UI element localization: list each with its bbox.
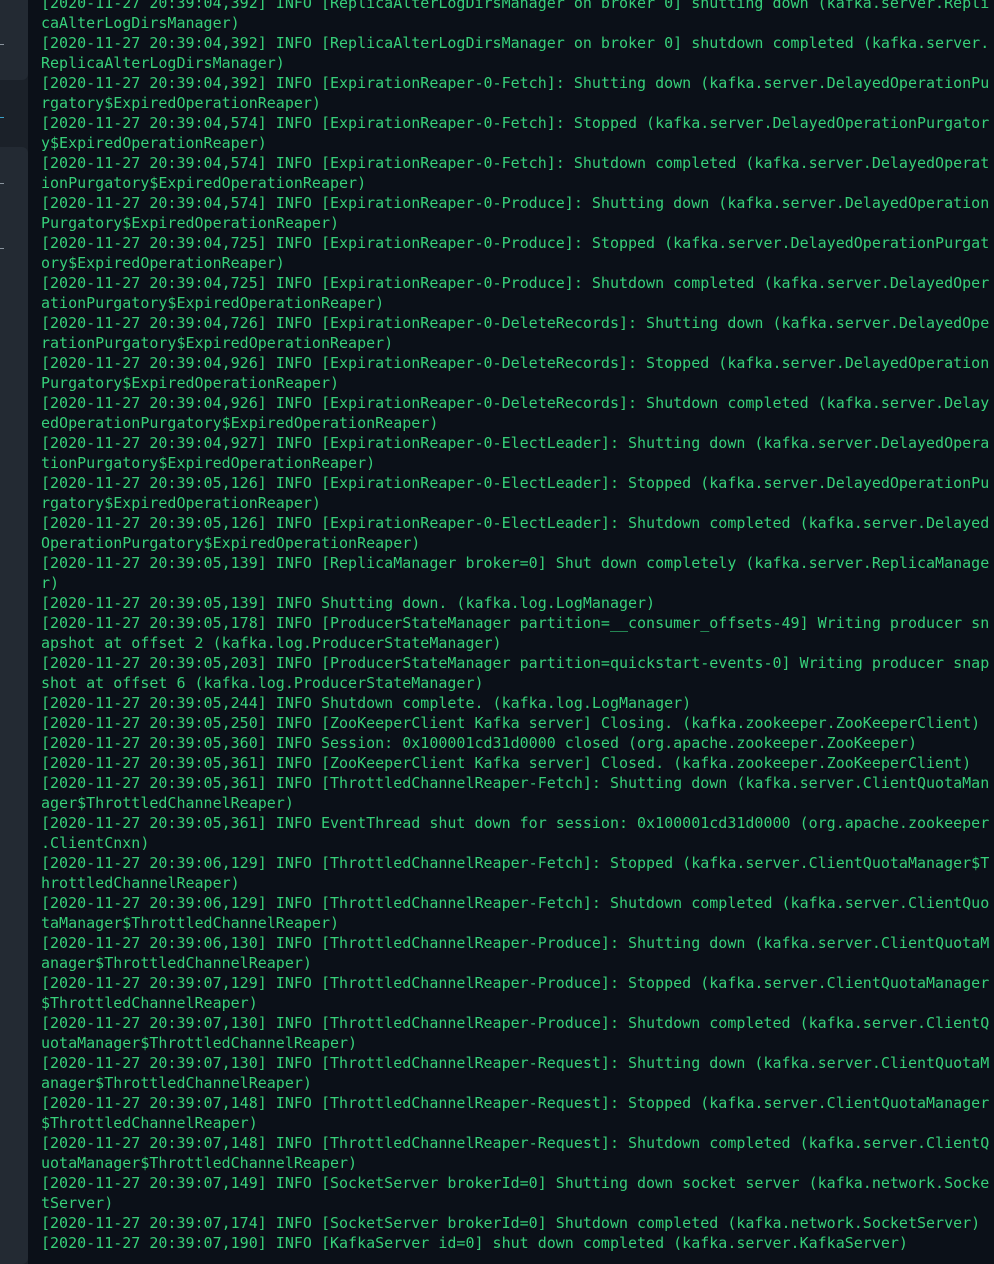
log-line: [2020-11-27 20:39:05,139] INFO Shutting …	[41, 594, 656, 612]
log-line: edOperationPurgatory$ExpiredOperationRea…	[41, 414, 439, 432]
log-line: ory$ExpiredOperationReaper)	[41, 254, 285, 272]
log-line: tServer)	[41, 1194, 114, 1212]
log-line: anager$ThrottledChannelReaper)	[41, 1074, 312, 1092]
log-line: [2020-11-27 20:39:07,174] INFO [SocketSe…	[41, 1214, 981, 1232]
log-line: [2020-11-27 20:39:05,360] INFO Session: …	[41, 734, 917, 752]
sidebar-panel-bottom[interactable]	[0, 147, 28, 1264]
log-line: rgatory$ExpiredOperationReaper)	[41, 94, 321, 112]
log-line: ReplicaAlterLogDirsManager)	[41, 54, 285, 72]
log-line: taManager$ThrottledChannelReaper)	[41, 914, 340, 932]
log-line: OperationPurgatory$ExpiredOperationReape…	[41, 534, 421, 552]
log-line: [2020-11-27 20:39:07,149] INFO [SocketSe…	[41, 1174, 990, 1192]
log-line: [2020-11-27 20:39:04,574] INFO [Expirati…	[41, 194, 990, 212]
log-line: [2020-11-27 20:39:04,725] INFO [Expirati…	[41, 274, 990, 292]
log-line: [2020-11-27 20:39:05,203] INFO [Producer…	[41, 654, 990, 672]
log-line: [2020-11-27 20:39:04,392] INFO [ReplicaA…	[41, 34, 990, 52]
log-line: [2020-11-27 20:39:05,126] INFO [Expirati…	[41, 474, 990, 492]
log-line: [2020-11-27 20:39:07,130] INFO [Throttle…	[41, 1014, 990, 1032]
log-line: [2020-11-27 20:39:05,361] INFO EventThre…	[41, 814, 990, 832]
log-line: y$ExpiredOperationReaper)	[41, 134, 267, 152]
log-line: [2020-11-27 20:39:07,129] INFO [Throttle…	[41, 974, 990, 992]
log-line: shot at offset 6 (kafka.log.ProducerStat…	[41, 674, 484, 692]
log-line: [2020-11-27 20:39:04,726] INFO [Expirati…	[41, 314, 990, 332]
log-line: [2020-11-27 20:39:05,126] INFO [Expirati…	[41, 514, 990, 532]
log-line: ager$ThrottledChannelReaper)	[41, 794, 294, 812]
log-line: [2020-11-27 20:39:04,392] INFO [Expirati…	[41, 74, 990, 92]
log-line: apshot at offset 2 (kafka.log.ProducerSt…	[41, 634, 502, 652]
log-line: [2020-11-27 20:39:07,148] INFO [Throttle…	[41, 1094, 990, 1112]
log-line: ationPurgatory$ExpiredOperationReaper)	[41, 294, 385, 312]
log-line: $ThrottledChannelReaper)	[41, 1114, 258, 1132]
log-line: .ClientCnxn)	[41, 834, 150, 852]
log-line: [2020-11-27 20:39:06,129] INFO [Throttle…	[41, 854, 990, 872]
terminal-output[interactable]: [2020-11-27 20:39:04,392] INFO [ReplicaA…	[41, 0, 991, 1264]
app-window: [2020-11-27 20:39:04,392] INFO [ReplicaA…	[0, 0, 994, 1264]
log-line: hrottledChannelReaper)	[41, 874, 240, 892]
log-line: [2020-11-27 20:39:05,361] INFO [ZooKeepe…	[41, 754, 972, 772]
log-line: [2020-11-27 20:39:07,190] INFO [KafkaSer…	[41, 1234, 908, 1252]
log-lines: [2020-11-27 20:39:04,392] INFO [ReplicaA…	[41, 0, 989, 1253]
log-line: [2020-11-27 20:39:06,130] INFO [Throttle…	[41, 934, 990, 952]
log-line: rationPurgatory$ExpiredOperationReaper)	[41, 334, 394, 352]
left-sidebar	[0, 0, 28, 1264]
log-line: r)	[41, 574, 60, 592]
sidebar-tick-mark	[0, 117, 4, 118]
log-line: $ThrottledChannelReaper)	[41, 994, 258, 1012]
log-line: [2020-11-27 20:39:07,148] INFO [Throttle…	[41, 1134, 990, 1152]
log-line: [2020-11-27 20:39:05,361] INFO [Throttle…	[41, 774, 990, 792]
log-line: caAlterLogDirsManager)	[41, 14, 240, 32]
sidebar-tick-mark	[0, 183, 4, 184]
log-line: [2020-11-27 20:39:05,139] INFO [ReplicaM…	[41, 554, 990, 572]
log-line: [2020-11-27 20:39:04,392] INFO [ReplicaA…	[41, 0, 990, 12]
log-line: tionPurgatory$ExpiredOperationReaper)	[41, 454, 376, 472]
log-line: uotaManager$ThrottledChannelReaper)	[41, 1154, 358, 1172]
sidebar-panel-top[interactable]	[0, 0, 28, 80]
sidebar-tick-mark	[0, 44, 4, 45]
log-line: [2020-11-27 20:39:04,926] INFO [Expirati…	[41, 394, 990, 412]
log-line: [2020-11-27 20:39:05,250] INFO [ZooKeepe…	[41, 714, 981, 732]
log-line: [2020-11-27 20:39:04,725] INFO [Expirati…	[41, 234, 990, 252]
log-line: [2020-11-27 20:39:04,927] INFO [Expirati…	[41, 434, 990, 452]
log-line: rgatory$ExpiredOperationReaper)	[41, 494, 321, 512]
log-line: Purgatory$ExpiredOperationReaper)	[41, 374, 340, 392]
log-line: [2020-11-27 20:39:04,574] INFO [Expirati…	[41, 114, 990, 132]
sidebar-tick-mark	[0, 248, 4, 249]
log-line: [2020-11-27 20:39:04,926] INFO [Expirati…	[41, 354, 990, 372]
log-line: anager$ThrottledChannelReaper)	[41, 954, 312, 972]
log-line: [2020-11-27 20:39:05,178] INFO [Producer…	[41, 614, 990, 632]
log-line: Purgatory$ExpiredOperationReaper)	[41, 214, 340, 232]
log-line: ionPurgatory$ExpiredOperationReaper)	[41, 174, 367, 192]
log-line: [2020-11-27 20:39:07,130] INFO [Throttle…	[41, 1054, 990, 1072]
log-line: [2020-11-27 20:39:04,574] INFO [Expirati…	[41, 154, 990, 172]
log-line: [2020-11-27 20:39:06,129] INFO [Throttle…	[41, 894, 990, 912]
log-line: uotaManager$ThrottledChannelReaper)	[41, 1034, 358, 1052]
log-line: [2020-11-27 20:39:05,244] INFO Shutdown …	[41, 694, 692, 712]
